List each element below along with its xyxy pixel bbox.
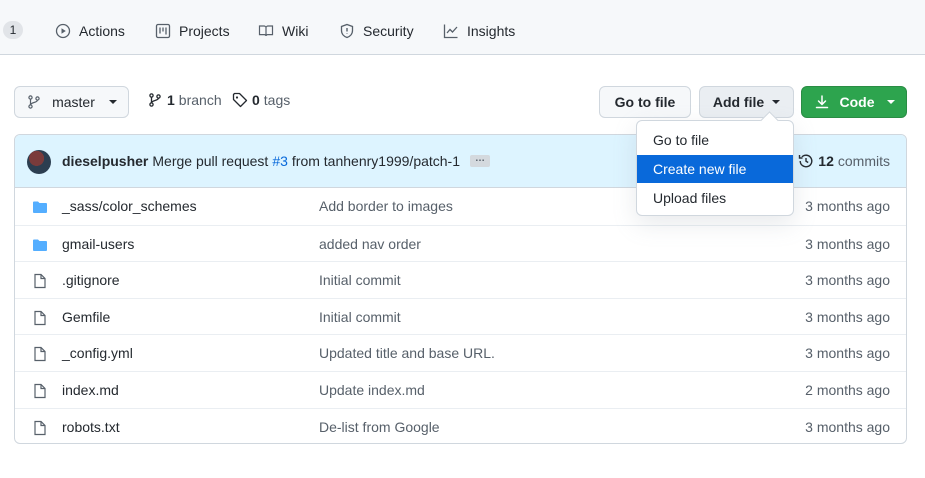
tag-icon	[232, 92, 248, 108]
file-name-link[interactable]: robots.txt	[62, 419, 120, 435]
file-icon	[34, 347, 46, 362]
chevron-down-icon	[772, 100, 781, 104]
chevron-down-icon	[886, 100, 895, 104]
tab-label: Actions	[79, 23, 125, 39]
file-icon	[34, 420, 46, 435]
commit-message-prefix[interactable]: Merge pull request	[152, 153, 268, 169]
file-name-link[interactable]: Gemfile	[62, 309, 110, 325]
branches-link[interactable]: 1 branch	[147, 92, 222, 108]
tab-label: Wiki	[282, 23, 309, 39]
menu-item-create-new-file[interactable]: Create new file	[637, 155, 793, 183]
git-branch-icon	[28, 95, 40, 109]
file-commit-date: 2 months ago	[805, 382, 890, 398]
folder-icon	[33, 239, 47, 251]
tab-actions[interactable]: Actions	[55, 20, 125, 42]
file-commit-message[interactable]: Update index.md	[319, 382, 425, 398]
commit-message: dieselpusher Merge pull request #3 from …	[62, 153, 491, 169]
branch-word: branch	[178, 92, 222, 108]
play-circle-icon	[55, 23, 71, 39]
tag-count: 0	[252, 92, 260, 108]
go-to-file-label: Go to file	[614, 94, 676, 110]
file-name-link[interactable]: _sass/color_schemes	[62, 198, 197, 214]
tab-label: Projects	[179, 23, 230, 39]
branch-count: 1	[167, 92, 175, 108]
project-board-icon	[155, 23, 171, 39]
add-file-button[interactable]: Add file	[699, 86, 794, 118]
table-row[interactable]: Gemfile Initial commit 3 months ago	[15, 297, 906, 335]
add-file-label: Add file	[712, 94, 765, 110]
history-icon	[799, 154, 813, 168]
commit-message-suffix[interactable]: from tanhenry1999/patch-1	[292, 153, 460, 169]
file-commit-date: 3 months ago	[805, 418, 890, 435]
file-name-link[interactable]: .gitignore	[62, 272, 120, 288]
chevron-down-icon	[108, 100, 117, 104]
file-icon	[34, 383, 46, 399]
add-file-dropdown-menu: Go to file Create new file Upload files	[636, 120, 794, 216]
tab-insights[interactable]: Insights	[443, 20, 515, 42]
tab-wiki[interactable]: Wiki	[258, 20, 308, 42]
file-commit-date: 3 months ago	[805, 272, 890, 289]
table-row[interactable]: _config.yml Updated title and base URL. …	[15, 334, 906, 371]
download-icon	[815, 95, 828, 109]
counter-badge: 1	[3, 21, 23, 39]
file-name-link[interactable]: index.md	[62, 382, 119, 398]
file-commit-date: 3 months ago	[805, 198, 890, 214]
menu-item-upload-files[interactable]: Upload files	[637, 184, 793, 212]
commit-count: 12	[818, 153, 834, 169]
graph-icon	[443, 24, 458, 39]
commits-link[interactable]: 12 commits	[798, 153, 890, 169]
go-to-file-button[interactable]: Go to file	[599, 86, 691, 118]
file-commit-message[interactable]: De-list from Google	[319, 419, 440, 435]
file-commit-message[interactable]: added nav order	[319, 236, 421, 252]
code-button[interactable]: Code	[801, 86, 907, 118]
file-commit-message[interactable]: Add border to images	[319, 198, 453, 214]
code-label: Code	[839, 94, 875, 110]
tags-link[interactable]: 0 tags	[232, 92, 290, 108]
avatar[interactable]	[27, 150, 51, 174]
file-name-link[interactable]: gmail-users	[62, 236, 134, 252]
folder-icon	[33, 201, 47, 213]
file-commit-date: 3 months ago	[805, 345, 890, 362]
file-commit-date: 3 months ago	[805, 308, 890, 325]
expand-commit-button[interactable]: …	[470, 154, 491, 167]
branch-select-button[interactable]: master	[14, 86, 129, 118]
table-row[interactable]: robots.txt De-list from Google 3 months …	[15, 407, 906, 443]
menu-item-go-to-file[interactable]: Go to file	[637, 126, 793, 154]
tag-word: tags	[263, 92, 291, 108]
commit-word: commits	[837, 153, 890, 169]
file-icon	[34, 310, 46, 325]
table-row[interactable]: .gitignore Initial commit 3 months ago	[15, 261, 906, 298]
file-icon	[34, 274, 46, 289]
file-name-link[interactable]: _config.yml	[62, 345, 133, 361]
file-commit-date: 3 months ago	[805, 235, 890, 252]
tab-label: Insights	[467, 23, 516, 39]
book-icon	[258, 25, 274, 37]
pull-request-link[interactable]: #3	[272, 153, 288, 169]
file-commit-message[interactable]: Initial commit	[319, 272, 401, 288]
branch-name: master	[52, 94, 95, 110]
file-commit-message[interactable]: Updated title and base URL.	[319, 345, 495, 361]
git-branch-icon	[149, 93, 161, 107]
shield-icon	[340, 23, 354, 39]
tab-label: Security	[363, 23, 414, 39]
commit-author-link[interactable]: dieselpusher	[62, 153, 148, 169]
table-row[interactable]: gmail-users added nav order 3 months ago	[15, 224, 906, 262]
file-commit-message[interactable]: Initial commit	[319, 309, 401, 325]
repo-navigation: 1 Actions Projects Wiki Security Insight…	[0, 0, 925, 55]
tab-projects[interactable]: Projects	[155, 20, 230, 42]
tab-security[interactable]: Security	[339, 20, 414, 42]
table-row[interactable]: index.md Update index.md 2 months ago	[15, 371, 906, 408]
